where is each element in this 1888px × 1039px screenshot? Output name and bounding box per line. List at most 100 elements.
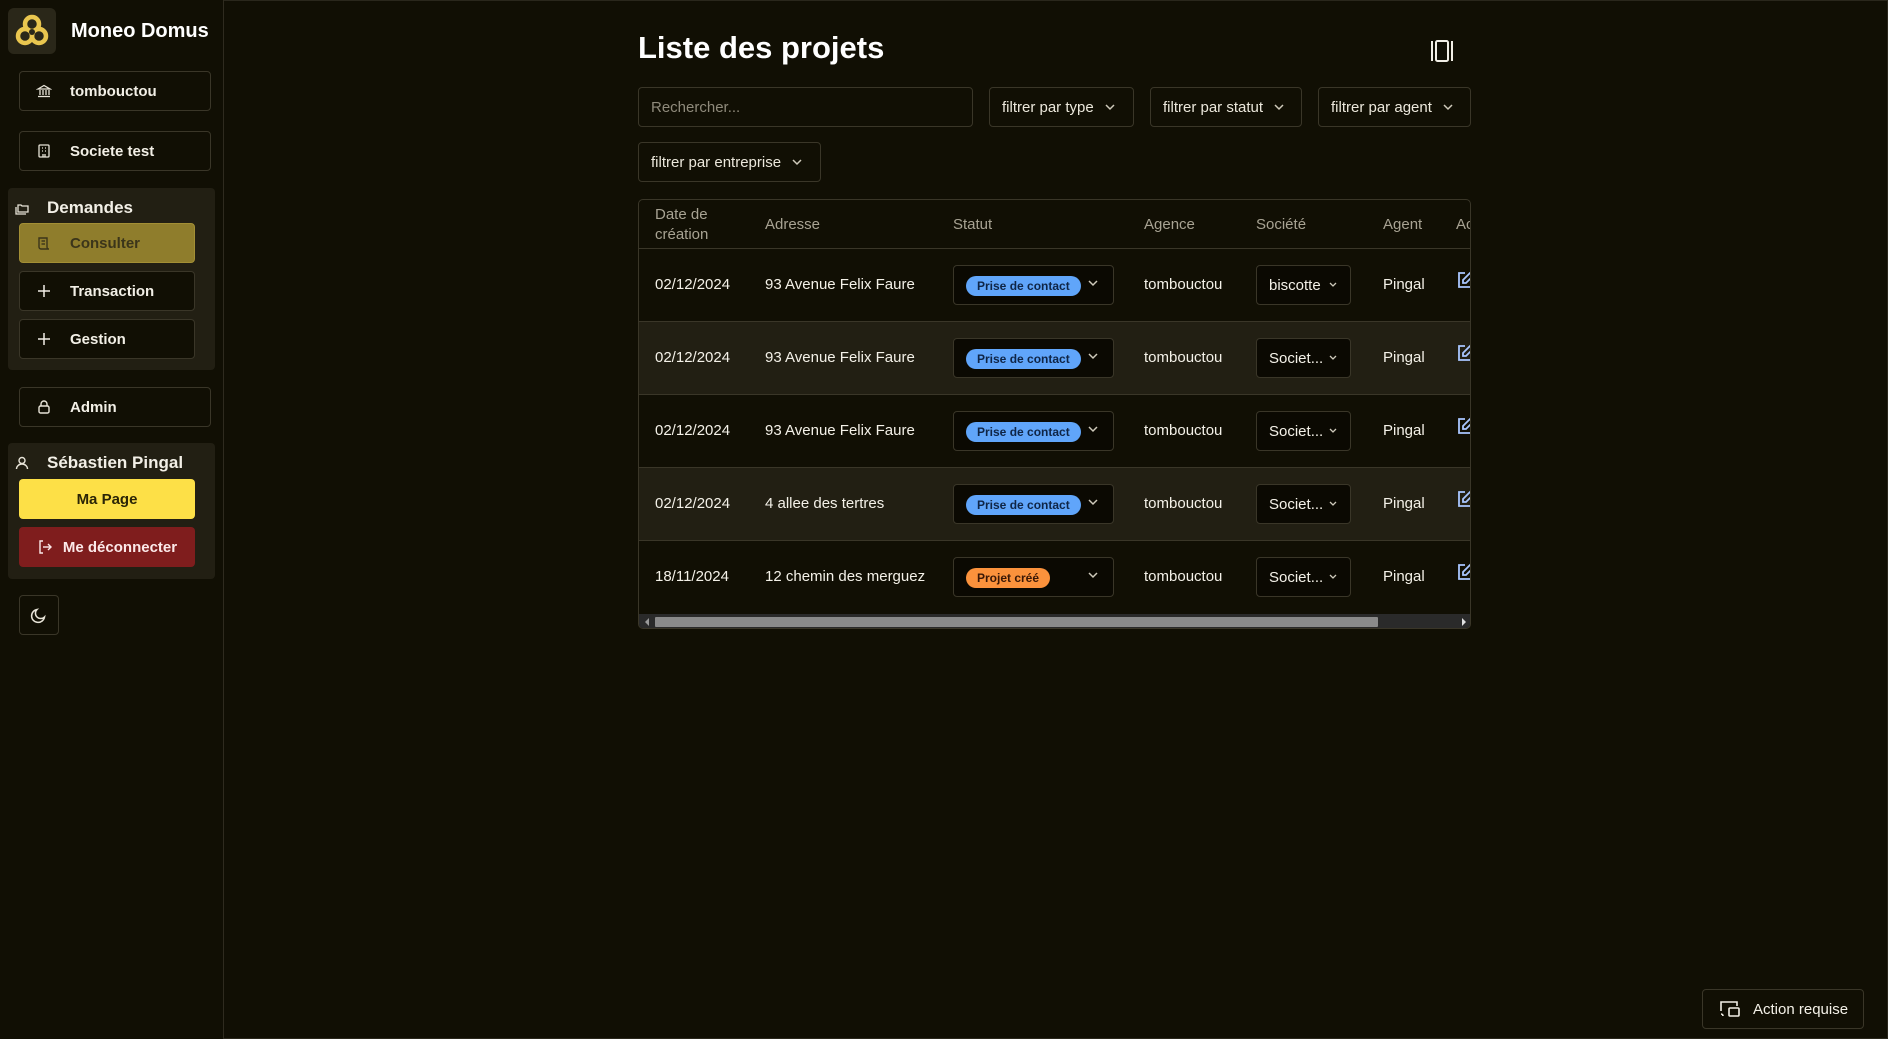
admin-label: Admin [70, 398, 117, 416]
cast-screen-icon [1719, 1000, 1741, 1018]
agency-button[interactable]: tombouctou [19, 71, 211, 111]
company-select[interactable]: Societ... [1256, 338, 1351, 378]
cell-date: 18/11/2024 [655, 568, 729, 585]
status-badge: Prise de contact [966, 422, 1081, 442]
column-header-company[interactable]: Société [1256, 215, 1306, 235]
cell-agent: Pingal [1383, 276, 1425, 293]
company-select[interactable]: biscotte [1256, 265, 1351, 305]
brand[interactable]: Moneo Domus [8, 8, 209, 54]
sidebar-item-label: Consulter [70, 234, 141, 252]
filter-type-select[interactable]: filtrer par type [989, 87, 1134, 127]
cell-date: 02/12/2024 [655, 349, 731, 366]
company-select[interactable]: Societ... [1256, 484, 1351, 524]
status-badge: Prise de contact [966, 349, 1081, 369]
projects-table: Date de création Adresse Statut Agence S… [638, 199, 1471, 629]
edit-icon[interactable] [1457, 344, 1470, 362]
table-row[interactable]: 02/12/2024 4 allee des tertres Prise de … [639, 468, 1470, 541]
chevron-down-icon [1442, 103, 1454, 111]
chevron-down-icon [1328, 427, 1338, 434]
chevron-down-icon [1087, 425, 1099, 433]
logout-button[interactable]: Me déconnecter [19, 527, 195, 567]
company-value: Societ... [1269, 349, 1324, 367]
cell-address: 4 allee des tertres [765, 495, 885, 512]
sidebar-item-consulter[interactable]: Consulter [19, 223, 195, 263]
company-button[interactable]: Societe test [19, 131, 211, 171]
sidebar-item-label: Gestion [70, 330, 126, 348]
column-header-actions: Ac [1456, 216, 1470, 233]
table-row[interactable]: 02/12/2024 93 Avenue Felix Faure Prise d… [639, 395, 1470, 468]
scroll-left-icon[interactable] [642, 617, 652, 627]
sidebar-item-gestion[interactable]: Gestion [19, 319, 195, 359]
cell-date: 02/12/2024 [655, 422, 731, 439]
admin-button[interactable]: Admin [19, 387, 211, 427]
column-header-status[interactable]: Statut [953, 215, 992, 235]
cell-date: 02/12/2024 [655, 276, 731, 293]
status-select[interactable]: Prise de contact [953, 265, 1114, 305]
status-select[interactable]: Prise de contact [953, 411, 1114, 451]
sidebar: Moneo Domus tombouctou Societe test Dema… [0, 0, 224, 1039]
filter-company-select[interactable]: filtrer par entreprise [638, 142, 821, 182]
user-heading: Sébastien Pingal [14, 453, 183, 473]
chevron-down-icon [1104, 103, 1116, 111]
company-value: Societ... [1269, 568, 1324, 586]
cell-date: 02/12/2024 [655, 495, 731, 512]
my-page-button[interactable]: Ma Page [19, 479, 195, 519]
bank-icon [36, 83, 52, 99]
column-header-agent[interactable]: Agent [1383, 215, 1422, 235]
sidebar-item-transaction[interactable]: Transaction [19, 271, 195, 311]
chevron-down-icon [1087, 571, 1099, 579]
cell-agency: tombouctou [1144, 349, 1223, 366]
chevron-down-icon [1328, 354, 1338, 361]
scrollbar-thumb[interactable] [655, 617, 1378, 627]
column-header-agency[interactable]: Agence [1144, 215, 1195, 235]
edit-icon[interactable] [1457, 563, 1470, 581]
table-row[interactable]: 02/12/2024 93 Avenue Felix Faure Prise d… [639, 249, 1470, 322]
triskel-logo-icon [8, 8, 56, 54]
column-header-date-line2: création [655, 226, 709, 243]
status-select[interactable]: Prise de contact [953, 338, 1114, 378]
theme-toggle-button[interactable] [19, 595, 59, 635]
lock-icon [36, 399, 52, 415]
cell-address: 93 Avenue Felix Faure [765, 349, 915, 366]
logout-label: Me déconnecter [62, 538, 178, 556]
sidebar-item-label: Transaction [70, 282, 155, 300]
company-select[interactable]: Societ... [1256, 557, 1351, 597]
status-select[interactable]: Prise de contact [953, 484, 1114, 524]
cell-agent: Pingal [1383, 422, 1425, 439]
column-header-date-line1: Date de [655, 206, 708, 223]
edit-icon[interactable] [1457, 271, 1470, 289]
table-header: Date de création Adresse Statut Agence S… [639, 200, 1470, 249]
search-input[interactable] [638, 87, 973, 127]
page-title: Liste des projets [638, 30, 885, 65]
filter-status-label: filtrer par statut [1163, 98, 1264, 116]
table-row[interactable]: 18/11/2024 12 chemin des merguez Projet … [639, 541, 1470, 614]
column-header-date[interactable]: Date de création [655, 205, 708, 245]
edit-icon[interactable] [1457, 490, 1470, 508]
filter-agent-select[interactable]: filtrer par agent [1318, 87, 1471, 127]
chevron-down-icon [1328, 573, 1338, 580]
action-required-button[interactable]: Action requise [1702, 989, 1864, 1029]
horizontal-scrollbar[interactable] [639, 614, 1470, 628]
table-row[interactable]: 02/12/2024 93 Avenue Felix Faure Prise d… [639, 322, 1470, 395]
building-icon [36, 143, 52, 159]
cell-address: 93 Avenue Felix Faure [765, 276, 915, 293]
columns-icon [1430, 40, 1454, 62]
chevron-down-icon [791, 158, 803, 166]
company-value: Societ... [1269, 495, 1324, 513]
column-header-address[interactable]: Adresse [765, 215, 820, 235]
filter-status-select[interactable]: filtrer par statut [1150, 87, 1302, 127]
cell-agency: tombouctou [1144, 422, 1223, 439]
plus-icon [36, 331, 52, 347]
cell-address: 12 chemin des merguez [765, 568, 926, 585]
user-icon [14, 455, 30, 471]
status-select[interactable]: Projet créé [953, 557, 1114, 597]
edit-icon[interactable] [1457, 417, 1470, 435]
chevron-down-icon [1328, 500, 1338, 507]
company-select[interactable]: Societ... [1256, 411, 1351, 451]
logout-icon [37, 539, 53, 555]
layout-toggle-button[interactable] [1428, 38, 1456, 64]
chevron-down-icon [1087, 352, 1099, 360]
plus-icon [36, 283, 52, 299]
scroll-right-icon[interactable] [1459, 617, 1469, 627]
cell-agent: Pingal [1383, 568, 1425, 585]
